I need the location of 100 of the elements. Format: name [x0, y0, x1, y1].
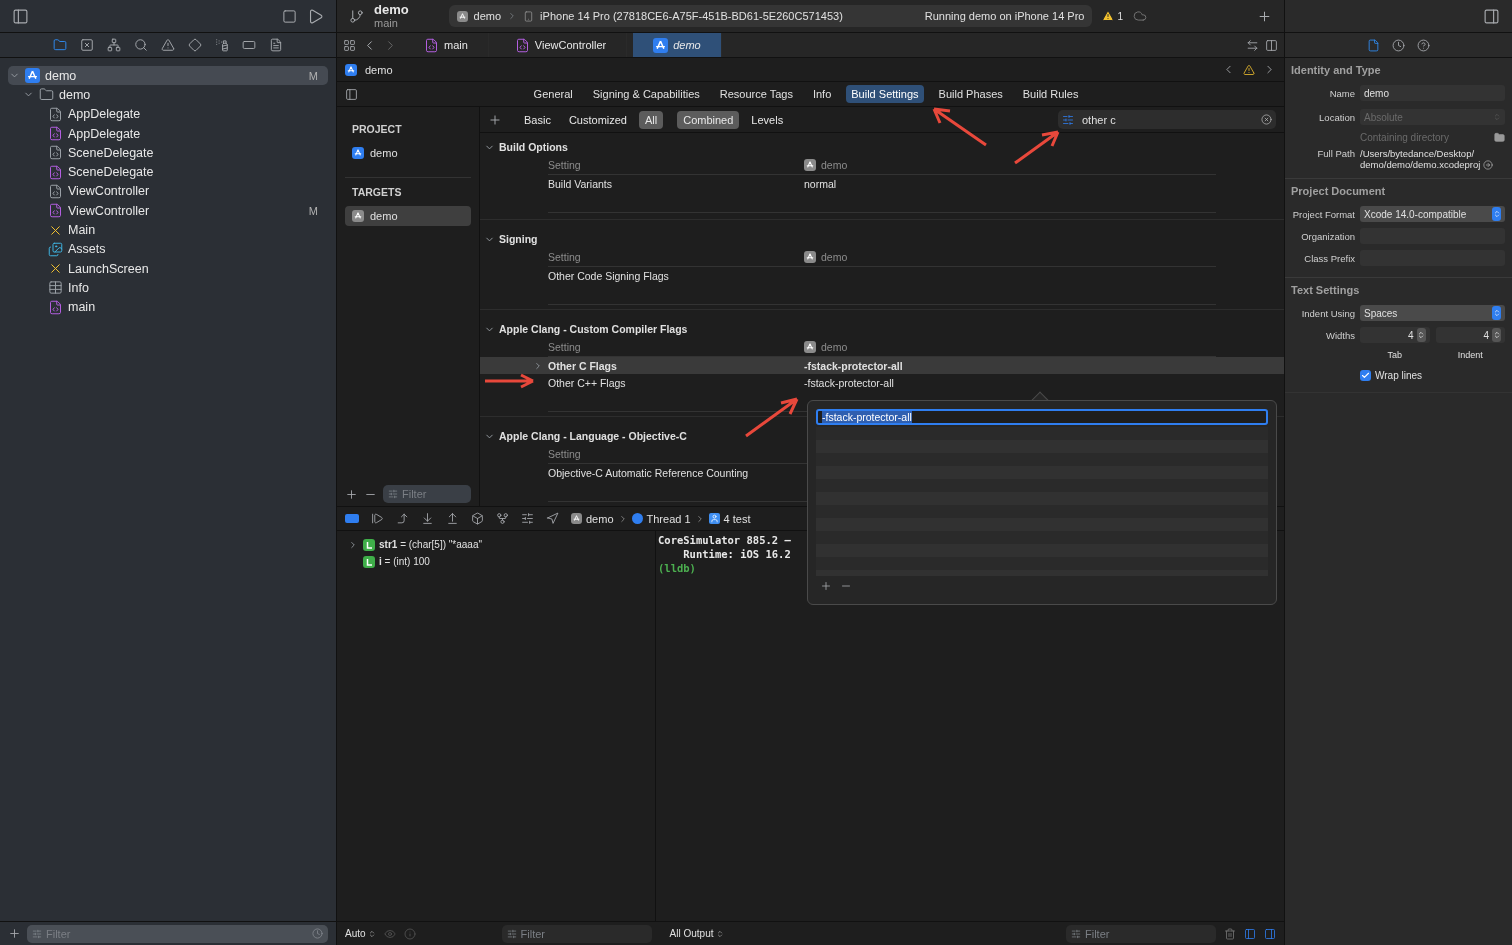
file-tree-row[interactable]: AppDelegate	[8, 123, 328, 144]
tab-width-field[interactable]: 4	[1360, 327, 1430, 343]
settings-tab[interactable]: General	[528, 85, 578, 103]
checkbox-icon[interactable]	[1360, 369, 1371, 381]
add-icon[interactable]	[345, 487, 358, 501]
name-field[interactable]: demo	[1360, 85, 1505, 101]
indent-selector[interactable]: Spaces	[1360, 305, 1505, 321]
scheme-selector[interactable]: demo iPhone 14 Pro (27818CE6-A75F-451B-BD61-5E260C571453) Running demo on iPhone 14 Pro	[448, 5, 1093, 27]
variables-mode-selector[interactable]: Auto	[345, 928, 376, 939]
file-tree-row[interactable]: SceneDelegate	[8, 143, 328, 163]
warning-icon[interactable]	[161, 38, 175, 52]
stepper-icon[interactable]	[1416, 328, 1426, 342]
step-out-icon[interactable]	[446, 512, 459, 525]
spray-icon[interactable]	[215, 38, 229, 52]
clear-icon[interactable]	[1261, 114, 1272, 125]
sidebar-toggle-icon[interactable]	[12, 7, 29, 25]
add-icon[interactable]	[1257, 8, 1272, 24]
search-icon[interactable]	[134, 38, 148, 52]
folder-icon[interactable]	[1494, 131, 1505, 143]
help-icon[interactable]	[1417, 38, 1430, 52]
file-tree-row[interactable]: Assets	[8, 239, 328, 259]
project-item[interactable]: demo	[345, 143, 471, 163]
environment-icon[interactable]	[521, 512, 534, 525]
view-debugger-icon[interactable]	[471, 512, 484, 525]
filter-button[interactable]: All	[639, 110, 664, 129]
settings-tab[interactable]: Build Rules	[1017, 85, 1084, 103]
filter-field[interactable]: Filter	[501, 924, 652, 943]
variable-row[interactable]: i = (int) 100	[347, 554, 645, 569]
split-editor-icon[interactable]	[1265, 38, 1278, 52]
breakpoints-toggle[interactable]	[345, 514, 359, 523]
jump-bar-item[interactable]: demo	[365, 63, 393, 76]
file-tree-row[interactable]: demo M	[8, 66, 328, 86]
editor-tab[interactable]: ViewController	[494, 33, 628, 57]
settings-tab[interactable]: Signing & Capabilities	[587, 85, 705, 103]
filter-button[interactable]: Customized	[562, 110, 633, 129]
panel-right-icon[interactable]	[1264, 927, 1276, 940]
run-icon[interactable]	[307, 7, 324, 25]
project-format-selector[interactable]: Xcode 14.0-compatible	[1360, 206, 1505, 222]
output-selector[interactable]: All Output	[669, 928, 724, 939]
settings-tab[interactable]: Resource Tags	[714, 85, 798, 103]
view-button[interactable]: Levels	[745, 110, 790, 129]
add-icon[interactable]	[8, 927, 21, 940]
file-tree-row[interactable]: SceneDelegate	[8, 162, 328, 182]
step-into-icon[interactable]	[421, 512, 434, 525]
breakpoint-icon[interactable]	[242, 38, 256, 52]
cloud-icon[interactable]	[1133, 9, 1147, 23]
breadcrumb-item[interactable]: 4 test	[708, 510, 751, 527]
report-icon[interactable]	[269, 38, 283, 52]
value-input[interactable]: -fstack-protector-all	[816, 409, 1268, 425]
swap-icon[interactable]	[1246, 38, 1259, 52]
setting-value[interactable]: -fstack-protector-all	[804, 359, 1284, 372]
panel-left-icon[interactable]	[1244, 927, 1256, 940]
file-icon[interactable]	[1367, 38, 1380, 52]
file-tree-row[interactable]: ViewController M	[8, 201, 328, 221]
reveal-icon[interactable]	[1483, 160, 1494, 170]
file-tree-row[interactable]: demo	[8, 85, 328, 105]
diamond-icon[interactable]	[188, 38, 202, 52]
file-tree-row[interactable]: Info	[8, 278, 328, 298]
setting-value[interactable]: -fstack-protector-all	[804, 376, 1284, 389]
settings-tab[interactable]: Build Settings	[846, 85, 924, 103]
view-button[interactable]: Combined	[677, 110, 740, 129]
disclosure-icon[interactable]	[348, 539, 358, 550]
sidebar-toggle-icon[interactable]	[345, 87, 358, 101]
filter-field[interactable]: Filter	[1066, 924, 1216, 943]
setting-row[interactable]: Other Code Signing Flags	[480, 267, 1284, 284]
inspector-toggle-icon[interactable]	[1483, 7, 1500, 25]
indent-width-field[interactable]: 4	[1435, 327, 1505, 343]
location-icon[interactable]	[546, 512, 559, 525]
grid-icon[interactable]	[343, 38, 356, 52]
warning-indicator[interactable]: 1	[1102, 10, 1123, 22]
stop-icon[interactable]	[282, 8, 297, 24]
file-tree-row[interactable]: ViewController	[8, 181, 328, 202]
setting-row[interactable]: Other C Flags -fstack-protector-all	[480, 357, 1284, 374]
filter-button[interactable]: Basic	[518, 110, 557, 129]
warning-icon[interactable]	[1243, 63, 1255, 76]
target-item[interactable]: demo	[345, 206, 471, 226]
continue-icon[interactable]	[371, 512, 384, 525]
step-over-icon[interactable]	[396, 512, 409, 525]
file-tree-row[interactable]: Main	[8, 220, 328, 240]
settings-tab[interactable]: Info	[807, 85, 837, 103]
source-control-icon[interactable]	[80, 38, 94, 52]
add-icon[interactable]	[820, 580, 832, 592]
hierarchy-icon[interactable]	[107, 38, 121, 52]
setting-row[interactable]: Other C++ Flags -fstack-protector-all	[480, 374, 1284, 391]
stepper-icon[interactable]	[1492, 328, 1501, 342]
setting-value[interactable]: normal	[804, 177, 1284, 190]
setting-row[interactable]: Build Variants normal	[480, 175, 1284, 192]
history-icon[interactable]	[1392, 38, 1405, 52]
file-tree-row[interactable]: LaunchScreen	[8, 258, 328, 279]
search-field[interactable]: other c	[1058, 110, 1276, 129]
memory-graph-icon[interactable]	[496, 512, 509, 525]
editor-tab[interactable]: demo	[633, 33, 722, 57]
variable-row[interactable]: str1 = (char[5]) "*aaaa"	[347, 537, 645, 552]
wrap-lines-checkbox[interactable]: Wrap lines	[1360, 369, 1505, 381]
folder-icon[interactable]	[53, 38, 67, 52]
trash-icon[interactable]	[1224, 927, 1236, 940]
settings-tab[interactable]: Build Phases	[933, 85, 1008, 103]
file-tree-row[interactable]: main	[8, 297, 328, 317]
editor-tab[interactable]: main	[404, 33, 489, 57]
breadcrumb-item[interactable]: Thread 1	[631, 510, 691, 527]
